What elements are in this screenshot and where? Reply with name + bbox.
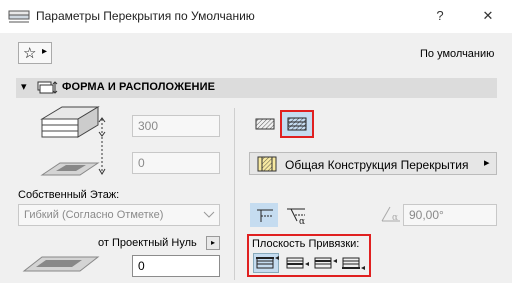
basic-structure-icon[interactable]	[255, 118, 275, 130]
angle-icon: α	[381, 206, 400, 223]
offset-field[interactable]: 0	[132, 152, 220, 174]
column-divider	[234, 108, 235, 280]
reference-level-label: от Проектный Нуль	[98, 237, 197, 249]
plane-top-icon	[256, 256, 279, 269]
thickness-field[interactable]: 300	[132, 115, 220, 137]
composite-swatch-icon	[257, 156, 277, 172]
plane-core-bottom-icon[interactable]	[314, 256, 338, 270]
star-icon: ☆	[23, 45, 37, 62]
chevron-down-icon[interactable]: ▾	[21, 80, 27, 93]
reference-level-menu[interactable]: ▸	[206, 236, 220, 250]
slab-app-icon	[8, 10, 30, 23]
favorites-label: По умолчанию	[420, 48, 495, 60]
custom-edge-angle-icon[interactable]: α	[285, 205, 311, 225]
reference-plane-label: Плоскость Привязки:	[252, 238, 360, 250]
section-slab-icon	[37, 81, 58, 94]
chevron-right-icon: ▸	[42, 46, 48, 57]
help-button[interactable]: ?	[431, 7, 449, 25]
window-title: Параметры Перекрытия по Умолчанию	[36, 9, 255, 23]
slab-thickness-diagram	[40, 106, 106, 176]
chevron-right-icon: ▸	[484, 157, 490, 169]
chevron-down-icon	[203, 211, 215, 218]
reference-offset-field[interactable]: 0	[132, 255, 220, 277]
plane-core-top-icon[interactable]	[286, 256, 310, 270]
edge-angle-field[interactable]: 90,00°	[403, 204, 497, 226]
composite-structure-icon	[287, 117, 307, 131]
svg-text:α: α	[299, 217, 305, 225]
plane-bottom-icon[interactable]	[342, 256, 366, 270]
close-button[interactable]: ✕	[479, 7, 497, 25]
vertical-edge-icon	[257, 209, 273, 222]
svg-text:α: α	[392, 213, 398, 223]
reference-level-diagram	[22, 256, 100, 272]
section-title: ФОРМА И РАСПОЛОЖЕНИЕ	[62, 81, 216, 93]
composite-name: Общая Конструкция Перекрытия	[285, 158, 469, 172]
home-story-label: Собственный Этаж:	[18, 189, 120, 201]
home-story-select[interactable]: Гибкий (Согласно Отметке)	[18, 204, 220, 226]
